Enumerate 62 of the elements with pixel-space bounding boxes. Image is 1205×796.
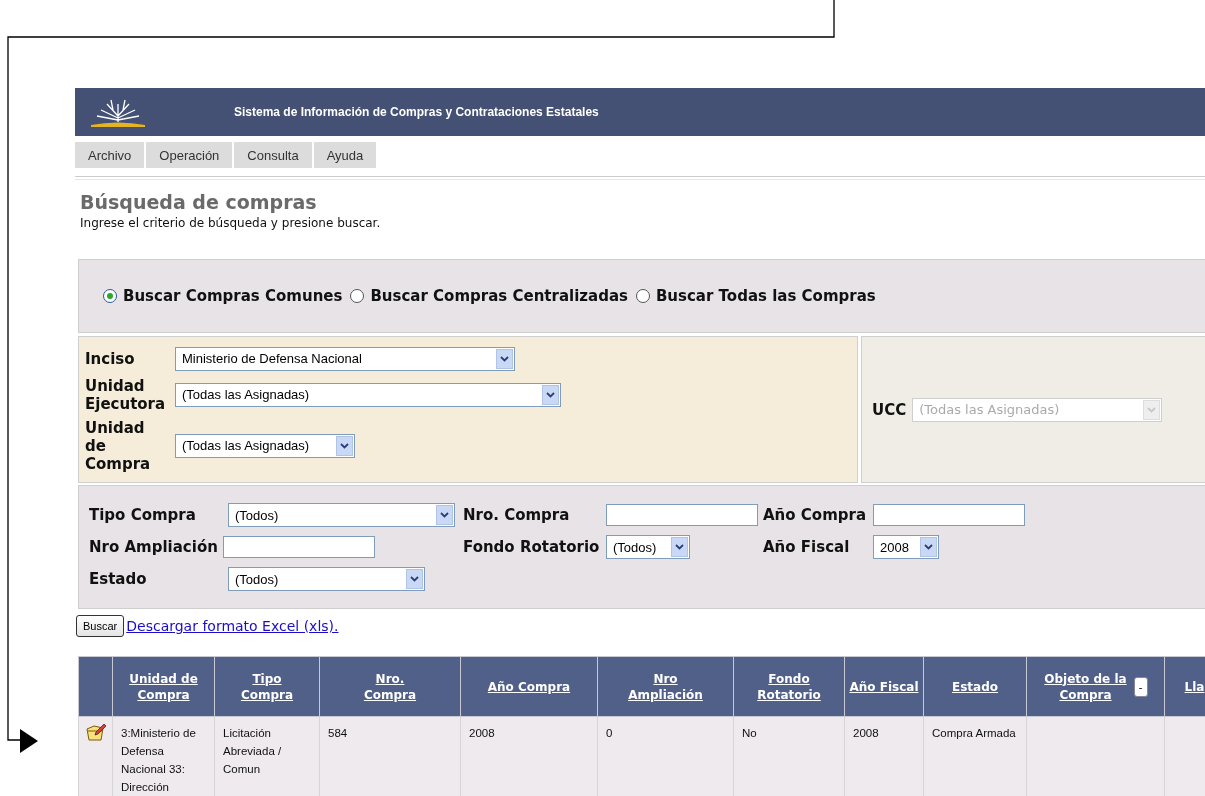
dropdown[interactable]: (Todos) — [606, 535, 690, 559]
dropdown[interactable]: (Todos) — [228, 567, 425, 591]
radio-option[interactable]: Buscar Compras Centralizadas — [350, 287, 628, 305]
chevron-down-icon — [924, 544, 933, 550]
chevron-down-icon — [675, 544, 684, 550]
page-subtitle: Ingrese el criterio de búsqueda y presione buscar. — [80, 216, 382, 230]
table-cell-text: Compra Armada — [932, 726, 1017, 741]
field-label: Año Fiscal — [763, 538, 851, 556]
radio-option[interactable]: Buscar Todas las Compras — [635, 287, 876, 305]
table-cell-text: 584 — [328, 726, 349, 741]
sort-link[interactable]: Fondo Rotatorio — [747, 670, 831, 703]
menu-item[interactable]: Ayuda — [313, 142, 377, 168]
field-label: Nro Ampliación — [89, 538, 218, 556]
sort-link[interactable]: Tipo Compra — [225, 670, 309, 703]
table-cell-text: 0 — [606, 726, 614, 741]
input-field[interactable] — [606, 504, 758, 526]
table-cell-text: 3:Ministerio de Defensa Nacional 33: Dirección — [121, 726, 197, 795]
chevron-down-icon — [410, 576, 419, 582]
field-label: Unidad Ejecutora — [85, 376, 165, 413]
sort-link[interactable]: Objeto de la Compra — [1043, 670, 1128, 703]
dropdown[interactable]: Ministerio de Defensa Nacional — [175, 346, 515, 371]
table-cell-text: 2008 — [469, 726, 496, 741]
page-title: Búsqueda de compras — [80, 191, 318, 213]
chevron-down-icon — [546, 391, 555, 398]
chevron-down-icon — [340, 442, 349, 449]
dropdown[interactable]: (Todas las Asignadas) — [175, 433, 355, 458]
folder-edit-icon[interactable] — [85, 722, 107, 742]
field-label: Año Compra — [763, 506, 867, 524]
table-cell-text: Licitación Abreviada / Comun — [223, 726, 283, 777]
menu-item[interactable]: Consulta — [234, 142, 312, 168]
arrowhead-icon — [20, 729, 38, 753]
sort-link[interactable]: Lla — [1184, 678, 1205, 695]
sort-link[interactable]: Unidad de Compra — [121, 670, 206, 703]
sort-link[interactable]: Estado — [952, 678, 998, 695]
field-label: Unidad de Compra — [85, 418, 152, 473]
input-field[interactable] — [873, 504, 1025, 526]
chevron-down-icon — [440, 512, 449, 518]
field-label: UCC — [872, 400, 907, 419]
menu-item[interactable]: Operación — [146, 142, 233, 168]
menu-item[interactable]: Archivo — [75, 142, 145, 168]
field-label: Estado — [89, 570, 148, 588]
collapse-button[interactable]: - — [1133, 676, 1148, 697]
chevron-down-icon — [1147, 406, 1157, 413]
input-field[interactable] — [222, 536, 375, 558]
radio-option[interactable]: Buscar Compras Comunes — [103, 287, 343, 305]
sort-link[interactable]: Nro Ampliación — [623, 670, 708, 703]
field-label: Tipo Compra — [89, 506, 197, 524]
field-label: Inciso — [85, 349, 136, 368]
field-label: Fondo Rotatorio — [463, 538, 601, 556]
system-title: Sistema de Información de Compras y Contrataciones Estatales — [234, 105, 599, 119]
sort-link[interactable]: Año Fiscal — [849, 678, 919, 695]
sort-link[interactable]: Nro. Compra — [348, 670, 432, 703]
dropdown[interactable]: 2008 — [873, 535, 939, 559]
dropdown[interactable]: (Todas las Asignadas) — [175, 382, 561, 407]
sort-link[interactable]: Año Compra — [487, 678, 571, 695]
field-label: Nro. Compra — [463, 506, 571, 524]
chevron-down-icon — [500, 355, 509, 362]
excel-download-link[interactable]: Descargar formato Excel (xls). — [126, 618, 339, 634]
table-cell-text: No — [742, 726, 758, 741]
search-button[interactable]: Buscar — [76, 615, 125, 637]
table-cell-text: 2008 — [853, 726, 880, 741]
dropdown[interactable]: (Todos) — [228, 503, 455, 527]
